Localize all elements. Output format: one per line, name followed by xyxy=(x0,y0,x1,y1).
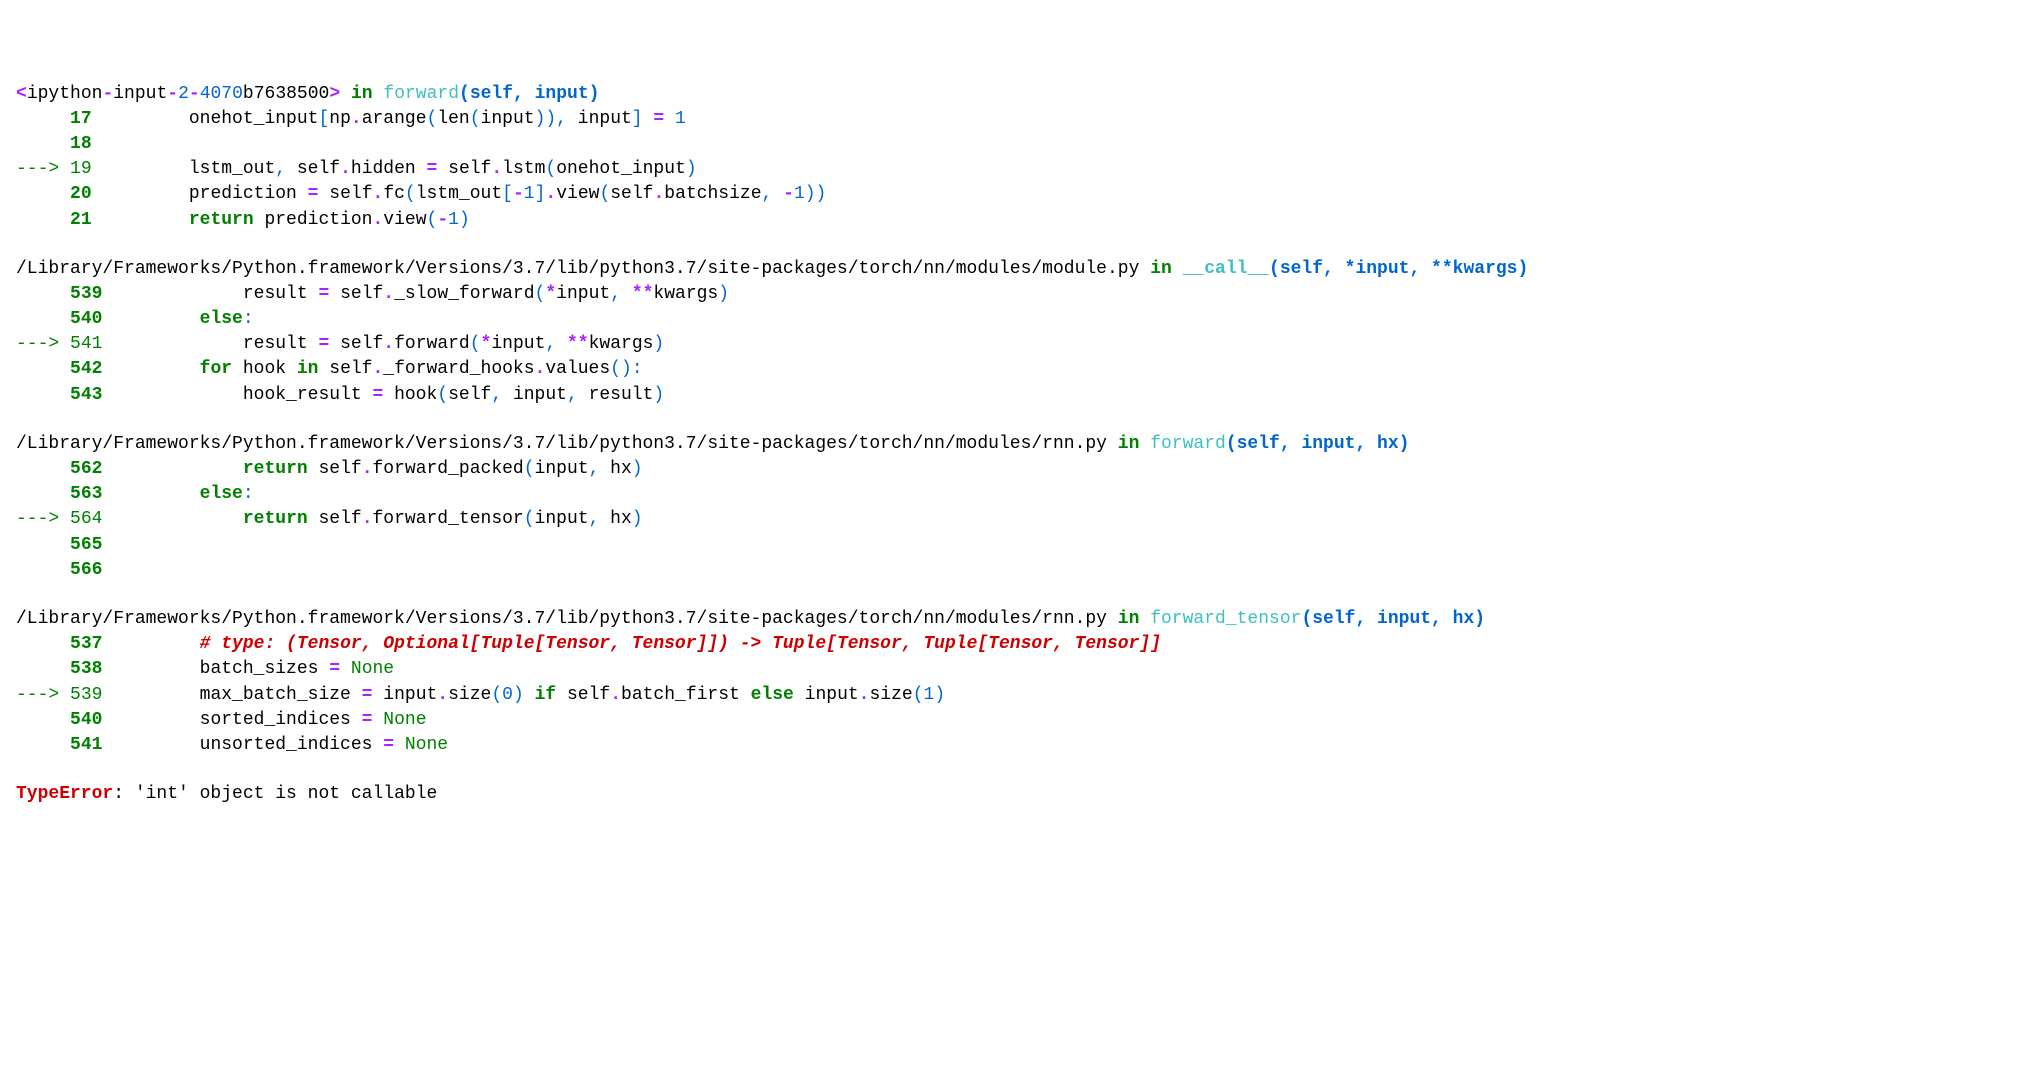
code-line: 539 result = self._slow_forward(*input, … xyxy=(16,282,2028,307)
code-line: 543 hook_result = hook(self, input, resu… xyxy=(16,383,2028,408)
arrow-marker xyxy=(16,359,70,379)
arrow-marker xyxy=(16,634,70,654)
line-number: 564 xyxy=(70,509,102,529)
arrow-marker xyxy=(16,109,70,129)
code-source: max_batch_size = input.size(0) if self.b… xyxy=(102,685,945,705)
code-line: 565 xyxy=(16,533,2028,558)
code-source: sorted_indices = None xyxy=(102,710,426,730)
line-number: 563 xyxy=(70,484,102,504)
code-line-current: ---> 541 result = self.forward(*input, *… xyxy=(16,332,2028,357)
code-line-current: ---> 564 return self.forward_tensor(inpu… xyxy=(16,507,2028,532)
line-number: 542 xyxy=(70,359,102,379)
code-source: return self.forward_tensor(input, hx) xyxy=(102,509,642,529)
code-source: onehot_input[np.arange(len(input)), inpu… xyxy=(92,109,686,129)
code-source: else: xyxy=(102,484,253,504)
arrow-marker: ---> xyxy=(16,334,70,354)
line-number: 541 xyxy=(70,334,102,354)
arrow-marker xyxy=(16,184,70,204)
code-line: 563 else: xyxy=(16,482,2028,507)
arrow-marker xyxy=(16,459,70,479)
code-source: unsorted_indices = None xyxy=(102,735,448,755)
code-source: result = self.forward(*input, **kwargs) xyxy=(102,334,664,354)
line-number: 537 xyxy=(70,634,102,654)
arrow-marker: ---> xyxy=(16,685,70,705)
code-source: else: xyxy=(102,309,253,329)
arrow-marker xyxy=(16,284,70,304)
arrow-marker: ---> xyxy=(16,509,70,529)
arrow-marker xyxy=(16,735,70,755)
frame-location: /Library/Frameworks/Python.framework/Ver… xyxy=(16,432,2028,457)
line-number: 19 xyxy=(70,159,92,179)
line-number: 566 xyxy=(70,560,102,580)
code-line: 540 sorted_indices = None xyxy=(16,708,2028,733)
code-line: 21 return prediction.view(-1) xyxy=(16,208,2028,233)
arrow-marker xyxy=(16,710,70,730)
line-number: 538 xyxy=(70,659,102,679)
arrow-marker xyxy=(16,659,70,679)
line-number: 21 xyxy=(70,210,92,230)
code-line: 20 prediction = self.fc(lstm_out[-1].vie… xyxy=(16,182,2028,207)
traceback-frame: /Library/Frameworks/Python.framework/Ver… xyxy=(16,257,2028,408)
code-source xyxy=(102,535,199,555)
line-number: 562 xyxy=(70,459,102,479)
error-message: : 'int' object is not callable xyxy=(113,784,437,804)
line-number: 539 xyxy=(70,284,102,304)
line-number: 540 xyxy=(70,710,102,730)
arrow-marker: ---> xyxy=(16,159,70,179)
traceback-frame: /Library/Frameworks/Python.framework/Ver… xyxy=(16,607,2028,758)
traceback-frame: <ipython-input-2-4070b7638500> in forwar… xyxy=(16,82,2028,233)
code-line-current: ---> 539 max_batch_size = input.size(0) … xyxy=(16,683,2028,708)
line-number: 20 xyxy=(70,184,92,204)
code-line-current: ---> 19 lstm_out, self.hidden = self.lst… xyxy=(16,157,2028,182)
code-source: hook_result = hook(self, input, result) xyxy=(102,385,664,405)
arrow-marker xyxy=(16,309,70,329)
code-line: 566 xyxy=(16,558,2028,583)
traceback-frame: /Library/Frameworks/Python.framework/Ver… xyxy=(16,432,2028,583)
code-line: 538 batch_sizes = None xyxy=(16,657,2028,682)
code-source: for hook in self._forward_hooks.values()… xyxy=(102,359,642,379)
error-line: TypeError: 'int' object is not callable xyxy=(16,782,2028,807)
arrow-marker xyxy=(16,535,70,555)
line-number: 541 xyxy=(70,735,102,755)
line-number: 565 xyxy=(70,535,102,555)
frame-location: /Library/Frameworks/Python.framework/Ver… xyxy=(16,607,2028,632)
code-source: batch_sizes = None xyxy=(102,659,394,679)
code-source xyxy=(92,134,189,154)
arrow-marker xyxy=(16,134,70,154)
code-line: 542 for hook in self._forward_hooks.valu… xyxy=(16,357,2028,382)
arrow-marker xyxy=(16,484,70,504)
code-line: 540 else: xyxy=(16,307,2028,332)
code-source: result = self._slow_forward(*input, **kw… xyxy=(102,284,729,304)
line-number: 17 xyxy=(70,109,92,129)
code-line: 562 return self.forward_packed(input, hx… xyxy=(16,457,2028,482)
code-source: return prediction.view(-1) xyxy=(92,210,470,230)
frame-location: <ipython-input-2-4070b7638500> in forwar… xyxy=(16,82,2028,107)
code-source xyxy=(102,560,199,580)
code-source: prediction = self.fc(lstm_out[-1].view(s… xyxy=(92,184,827,204)
arrow-marker xyxy=(16,560,70,580)
code-source: lstm_out, self.hidden = self.lstm(onehot… xyxy=(92,159,697,179)
line-number: 540 xyxy=(70,309,102,329)
line-number: 543 xyxy=(70,385,102,405)
code-line: 541 unsorted_indices = None xyxy=(16,733,2028,758)
code-source: # type: (Tensor, Optional[Tuple[Tensor, … xyxy=(102,634,1161,654)
error-name: TypeError xyxy=(16,784,113,804)
line-number: 18 xyxy=(70,134,92,154)
code-line: 537 # type: (Tensor, Optional[Tuple[Tens… xyxy=(16,632,2028,657)
traceback-container: <ipython-input-2-4070b7638500> in forwar… xyxy=(0,82,2028,808)
arrow-marker xyxy=(16,210,70,230)
code-line: 17 onehot_input[np.arange(len(input)), i… xyxy=(16,107,2028,132)
line-number: 539 xyxy=(70,685,102,705)
code-line: 18 xyxy=(16,132,2028,157)
frame-location: /Library/Frameworks/Python.framework/Ver… xyxy=(16,257,2028,282)
arrow-marker xyxy=(16,385,70,405)
code-source: return self.forward_packed(input, hx) xyxy=(102,459,642,479)
